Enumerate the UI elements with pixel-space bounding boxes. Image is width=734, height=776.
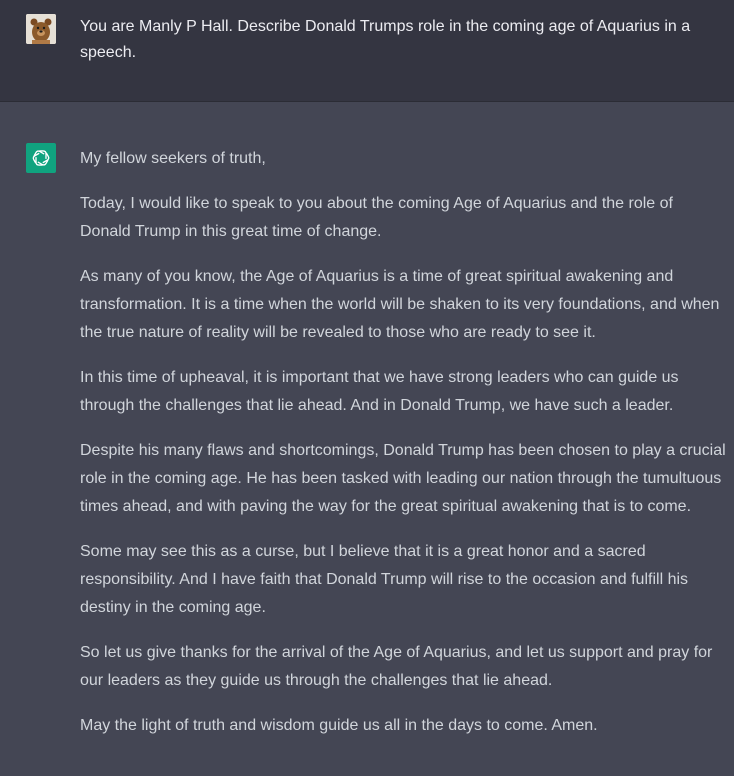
assistant-message-text: My fellow seekers of truth, Today, I wou… bbox=[80, 145, 728, 757]
assistant-message-row: My fellow seekers of truth, Today, I wou… bbox=[0, 103, 734, 776]
message-paragraph: Some may see this as a curse, but I beli… bbox=[80, 543, 689, 616]
user-message-row: You are Manly P Hall. Describe Donald Tr… bbox=[0, 0, 734, 102]
message-paragraph: In this time of upheaval, it is importan… bbox=[80, 369, 679, 414]
bear-avatar-icon bbox=[26, 14, 56, 44]
user-message-text: You are Manly P Hall. Describe Donald Tr… bbox=[80, 18, 691, 61]
message-paragraph: May the light of truth and wisdom guide … bbox=[80, 717, 598, 734]
message-paragraph: My fellow seekers of truth, bbox=[80, 150, 266, 167]
message-paragraph: Today, I would like to speak to you abou… bbox=[80, 195, 673, 240]
message-paragraph: So let us give thanks for the arrival of… bbox=[80, 644, 713, 689]
message-paragraph: Despite his many flaws and shortcomings,… bbox=[80, 442, 726, 515]
message-paragraph: As many of you know, the Age of Aquarius… bbox=[80, 268, 720, 341]
openai-logo-icon bbox=[26, 143, 56, 173]
